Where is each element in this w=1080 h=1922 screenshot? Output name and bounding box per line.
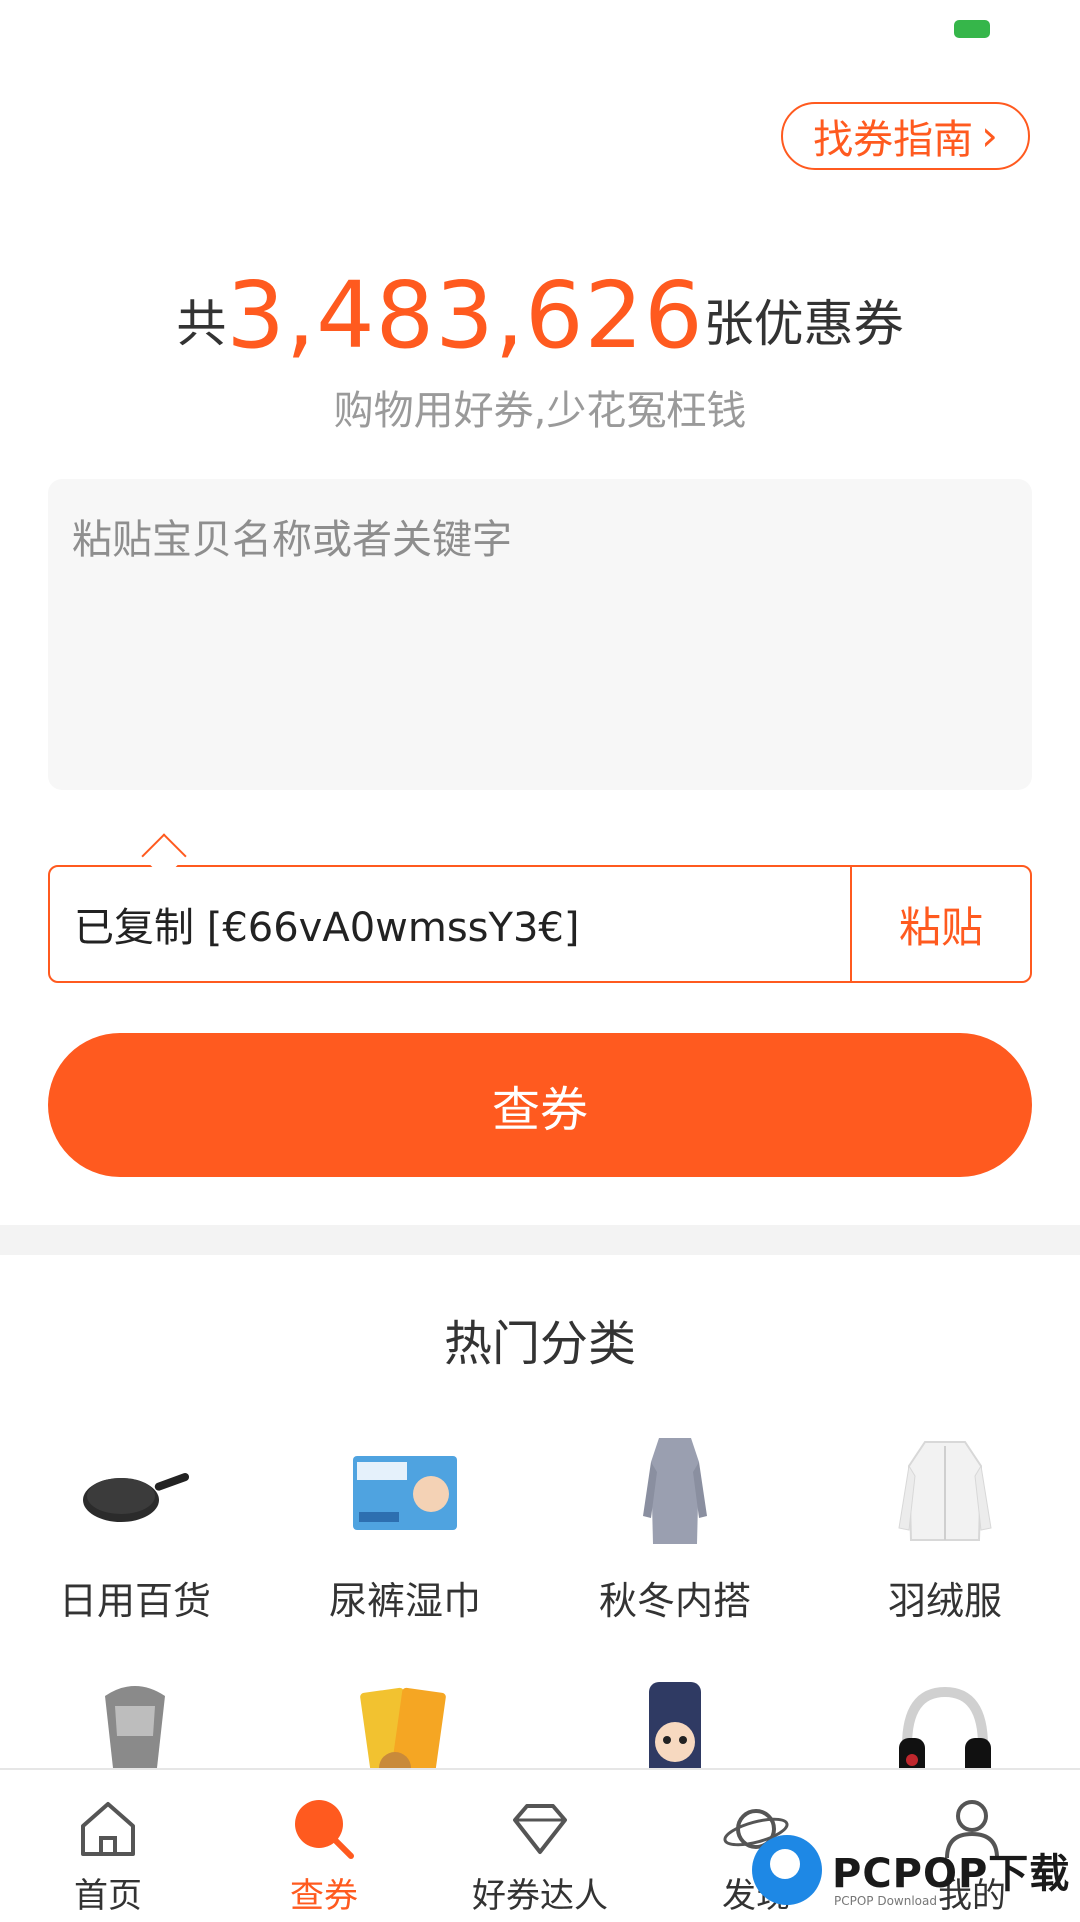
diamond-icon xyxy=(505,1794,575,1864)
coupon-guide-button[interactable]: 找券指南 › xyxy=(781,102,1030,170)
tab-home[interactable]: 首页 xyxy=(0,1770,216,1922)
count-number: 3,483,626 xyxy=(226,262,704,369)
chevron-right-icon: › xyxy=(981,111,998,160)
category-label: 日用百货 xyxy=(58,1579,211,1623)
category-autumn-winter-innerwear[interactable]: 秋冬内搭 xyxy=(540,1432,810,1625)
pcpop-logo-icon xyxy=(752,1835,822,1905)
tab-label: 查券 xyxy=(290,1876,358,1916)
tip-joint xyxy=(140,867,186,877)
category-label: 尿裤湿巾 xyxy=(328,1579,481,1623)
category-diapers[interactable]: 尿裤湿巾 xyxy=(270,1432,540,1625)
category-down-jacket[interactable]: 羽绒服 xyxy=(810,1432,1080,1625)
category-label: 秋冬内搭 xyxy=(598,1579,751,1623)
watermark-sub: PCPOP Download xyxy=(834,1894,937,1908)
count-prefix: 共 xyxy=(176,295,227,353)
tab-coupon-experts[interactable]: 好券达人 xyxy=(432,1770,648,1922)
category-daily-goods[interactable]: 日用百货 xyxy=(0,1432,270,1625)
clipboard-text: 已复制 [€66vA0wmssY3€] xyxy=(74,905,580,951)
clipboard-bar: 已复制 [€66vA0wmssY3€] 粘贴 xyxy=(48,865,1032,983)
keyword-input[interactable] xyxy=(48,479,1032,790)
home-icon xyxy=(73,1794,143,1864)
down-jacket-icon xyxy=(885,1432,1005,1552)
tab-label: 好券达人 xyxy=(472,1876,608,1916)
coupon-count: 共3,483,626张优惠券 xyxy=(0,262,1080,369)
tab-label: 首页 xyxy=(74,1876,142,1916)
slogan: 购物用好券,少花冤枉钱 xyxy=(333,388,747,434)
section-divider xyxy=(0,1225,1080,1255)
category-label: 羽绒服 xyxy=(887,1579,1002,1623)
watermark-brand: PCPOP下载 xyxy=(832,1851,1071,1897)
diapers-icon xyxy=(345,1432,465,1552)
battery-icon xyxy=(954,20,990,38)
coupon-guide-label: 找券指南 xyxy=(813,117,974,163)
pcpop-watermark: PCPOP下载 PCPOP Download xyxy=(752,1820,1072,1920)
tab-search-coupon[interactable]: 查券 xyxy=(216,1770,432,1922)
search-coupon-icon xyxy=(289,1794,359,1864)
sweater-dress-icon xyxy=(615,1432,735,1552)
search-coupon-button[interactable]: 查券 xyxy=(48,1033,1032,1177)
frying-pan-icon xyxy=(75,1432,195,1552)
count-suffix: 张优惠券 xyxy=(703,295,904,353)
paste-button[interactable]: 粘贴 xyxy=(850,867,1030,981)
hot-categories-title: 热门分类 xyxy=(443,1316,636,1372)
